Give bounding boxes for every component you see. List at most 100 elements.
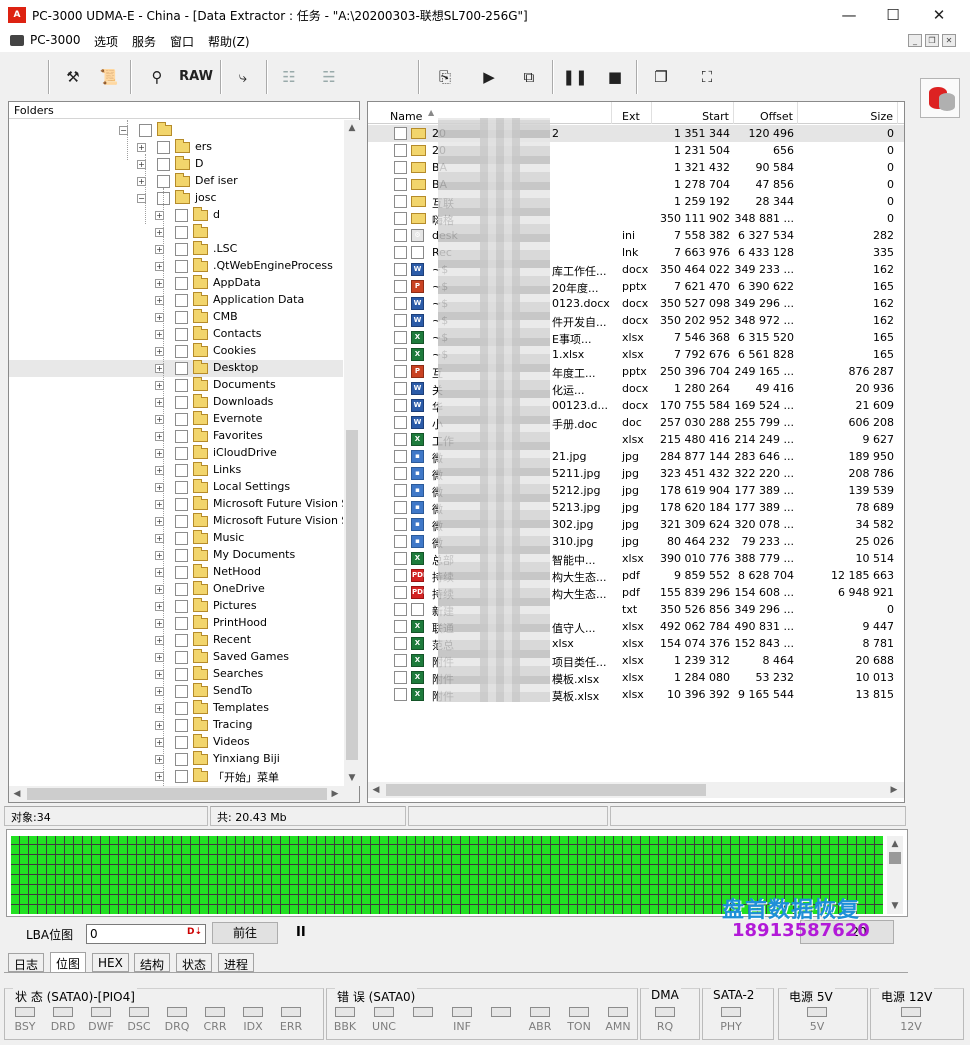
mdi-restore-icon[interactable]: ❐ bbox=[925, 34, 939, 47]
folder-tree-row[interactable]: + D bbox=[9, 156, 343, 173]
scroll-right-icon[interactable]: ▶ bbox=[327, 786, 343, 802]
network-icon[interactable]: ⧉ bbox=[512, 62, 546, 92]
lba-vscroll-thumb[interactable] bbox=[889, 852, 901, 864]
folder-checkbox[interactable] bbox=[175, 447, 188, 460]
pause-icon[interactable]: II bbox=[296, 925, 306, 940]
folder-tree-row[interactable]: + Desktop bbox=[9, 360, 343, 377]
file-checkbox[interactable] bbox=[394, 195, 407, 208]
menu-pc3000[interactable]: PC-3000 bbox=[30, 33, 80, 47]
mdi-minimize-icon[interactable]: _ bbox=[908, 34, 922, 47]
folder-tree-row[interactable]: + Local Settings bbox=[9, 479, 343, 496]
folder-tree-row[interactable]: + .QtWebEngineProcess bbox=[9, 258, 343, 275]
folder-checkbox[interactable] bbox=[175, 243, 188, 256]
folder-checkbox[interactable] bbox=[175, 277, 188, 290]
folder-checkbox[interactable] bbox=[175, 294, 188, 307]
folder-checkbox[interactable] bbox=[175, 736, 188, 749]
file-checkbox[interactable] bbox=[394, 620, 407, 633]
column-ext[interactable]: Ext bbox=[612, 102, 652, 124]
tools-icon[interactable]: ⚒ bbox=[56, 62, 90, 92]
file-checkbox[interactable] bbox=[394, 654, 407, 667]
folder-tree-row[interactable]: + PrintHood bbox=[9, 615, 343, 632]
file-checkbox[interactable] bbox=[394, 314, 407, 327]
tree-export-icon[interactable]: ☵ bbox=[312, 62, 346, 92]
folder-checkbox[interactable] bbox=[175, 719, 188, 732]
folder-tree-row[interactable]: + Evernote bbox=[9, 411, 343, 428]
folder-tree-row[interactable]: +Microsoft Future Vision Ser bbox=[9, 513, 343, 530]
folder-checkbox[interactable] bbox=[175, 770, 188, 783]
tab-hex[interactable]: HEX bbox=[92, 953, 129, 972]
folder-checkbox[interactable] bbox=[175, 379, 188, 392]
folder-tree-row[interactable]: + bbox=[9, 224, 343, 241]
close-button[interactable]: ✕ bbox=[916, 0, 962, 30]
folder-checkbox[interactable] bbox=[175, 430, 188, 443]
folder-tree-row[interactable]: + Pictures bbox=[9, 598, 343, 615]
folders-vscroll-thumb[interactable] bbox=[346, 430, 358, 760]
folder-tree-row[interactable]: + Def iser bbox=[9, 173, 343, 190]
folder-checkbox[interactable] bbox=[175, 498, 188, 511]
folder-tree-row[interactable]: + Music bbox=[9, 530, 343, 547]
column-offset[interactable]: Offset bbox=[734, 102, 798, 124]
file-checkbox[interactable] bbox=[394, 467, 407, 480]
folder-checkbox[interactable] bbox=[175, 753, 188, 766]
file-checkbox[interactable] bbox=[394, 603, 407, 616]
expand-toggle-icon[interactable]: + bbox=[137, 143, 146, 152]
file-checkbox[interactable] bbox=[394, 416, 407, 429]
open-folder-icon[interactable]: ⤷ bbox=[226, 62, 260, 92]
file-checkbox[interactable] bbox=[394, 433, 407, 446]
column-size[interactable]: Size bbox=[798, 102, 898, 124]
folder-checkbox[interactable] bbox=[175, 328, 188, 341]
folder-tree-row[interactable]: + .LSC bbox=[9, 241, 343, 258]
file-checkbox[interactable] bbox=[394, 161, 407, 174]
folder-tree-row[interactable]: − josc bbox=[9, 190, 343, 207]
minimize-button[interactable]: — bbox=[826, 0, 872, 30]
folder-tree-row[interactable]: + Videos bbox=[9, 734, 343, 751]
files-hscroll-thumb[interactable] bbox=[386, 784, 706, 796]
menu-service[interactable]: 服务 bbox=[132, 33, 156, 50]
tab-structure[interactable]: 结构 bbox=[134, 953, 171, 972]
folder-tree-row[interactable]: + 「开始」菜单 bbox=[9, 768, 343, 785]
file-checkbox[interactable] bbox=[394, 331, 407, 344]
folder-checkbox[interactable] bbox=[175, 515, 188, 528]
file-checkbox[interactable] bbox=[394, 484, 407, 497]
folder-checkbox[interactable] bbox=[175, 532, 188, 545]
menu-window[interactable]: 窗口 bbox=[170, 33, 194, 50]
folder-checkbox[interactable] bbox=[157, 175, 170, 188]
folder-checkbox[interactable] bbox=[175, 464, 188, 477]
folder-checkbox[interactable] bbox=[157, 158, 170, 171]
folder-checkbox[interactable] bbox=[175, 311, 188, 324]
tab-status[interactable]: 状态 bbox=[176, 953, 213, 972]
pause-icon[interactable]: ❚❚ bbox=[558, 62, 592, 92]
file-checkbox[interactable] bbox=[394, 365, 407, 378]
file-checkbox[interactable] bbox=[394, 688, 407, 701]
scroll-map-icon[interactable]: 📜 bbox=[92, 62, 126, 92]
folder-checkbox[interactable] bbox=[175, 481, 188, 494]
folder-checkbox[interactable] bbox=[175, 226, 188, 239]
mdi-close-icon[interactable]: ✕ bbox=[942, 34, 956, 47]
file-checkbox[interactable] bbox=[394, 263, 407, 276]
file-checkbox[interactable] bbox=[394, 518, 407, 531]
folder-checkbox[interactable] bbox=[139, 124, 152, 137]
folder-tree-row[interactable]: +Microsoft Future Vision Ser bbox=[9, 496, 343, 513]
file-checkbox[interactable] bbox=[394, 535, 407, 548]
folder-tree-row[interactable]: + Downloads bbox=[9, 394, 343, 411]
folder-checkbox[interactable] bbox=[175, 651, 188, 664]
folder-tree-row[interactable]: + Favorites bbox=[9, 428, 343, 445]
file-checkbox[interactable] bbox=[394, 229, 407, 242]
file-checkbox[interactable] bbox=[394, 246, 407, 259]
folder-checkbox[interactable] bbox=[175, 702, 188, 715]
folder-checkbox[interactable] bbox=[175, 260, 188, 273]
folder-tree-row[interactable]: + NetHood bbox=[9, 564, 343, 581]
folder-tree-row[interactable]: + Saved Games bbox=[9, 649, 343, 666]
folder-tree-row[interactable]: + Application Data bbox=[9, 292, 343, 309]
file-checkbox[interactable] bbox=[394, 297, 407, 310]
folder-checkbox[interactable] bbox=[175, 583, 188, 596]
tab-bitmap[interactable]: 位图 bbox=[50, 952, 87, 973]
file-checkbox[interactable] bbox=[394, 178, 407, 191]
scroll-up-icon[interactable]: ▲ bbox=[344, 120, 360, 136]
file-checkbox[interactable] bbox=[394, 127, 407, 140]
folder-tree-row[interactable]: + Recent bbox=[9, 632, 343, 649]
folder-checkbox[interactable] bbox=[157, 141, 170, 154]
file-checkbox[interactable] bbox=[394, 586, 407, 599]
scroll-right-icon[interactable]: ▶ bbox=[886, 782, 902, 798]
file-checkbox[interactable] bbox=[394, 671, 407, 684]
